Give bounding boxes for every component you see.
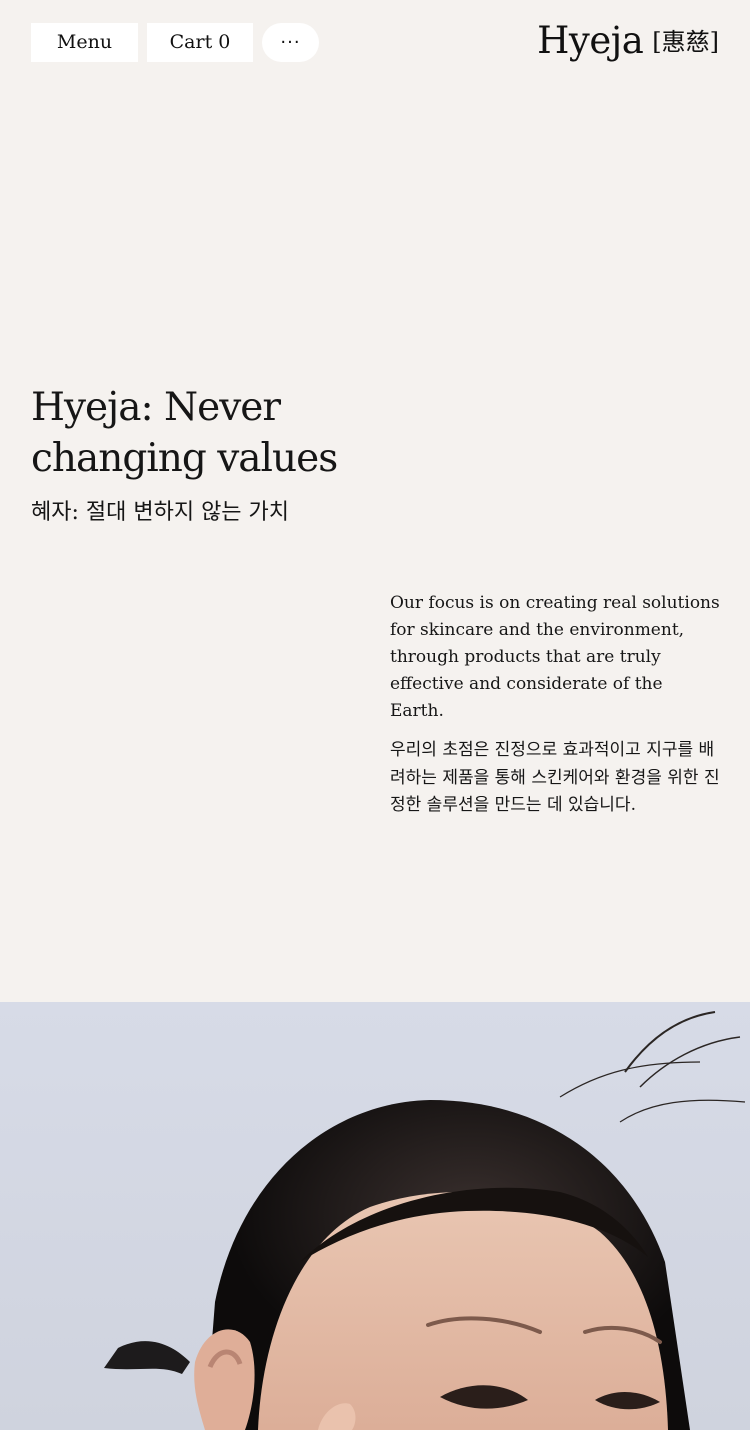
model-portrait-photo [0, 1002, 750, 1430]
portrait-illustration [0, 1002, 750, 1430]
brand-name: Hyeja [537, 19, 644, 62]
more-options-button[interactable]: ··· [262, 23, 319, 62]
brand-logo-link[interactable]: Hyeja [惠慈] [537, 17, 719, 65]
mission-statement-english: Our focus is on creating real solutions … [390, 593, 720, 721]
more-dots-icon: ··· [280, 32, 301, 53]
page-title-korean: 혜자: 절대 변하지 않는 가치 [31, 500, 290, 525]
cart-button[interactable]: Cart 0 [147, 23, 253, 62]
mission-statement-korean: 우리의 초점은 진정으로 효과적이고 지구를 배려하는 제품을 통해 스킨케어와… [390, 740, 720, 815]
menu-button[interactable]: Menu [31, 23, 138, 62]
top-navigation: Menu Cart 0 ··· Hyeja [惠慈] [0, 0, 750, 84]
page-title: Hyeja: Never changing values [31, 385, 338, 481]
brand-hanja: [惠慈] [652, 28, 719, 56]
